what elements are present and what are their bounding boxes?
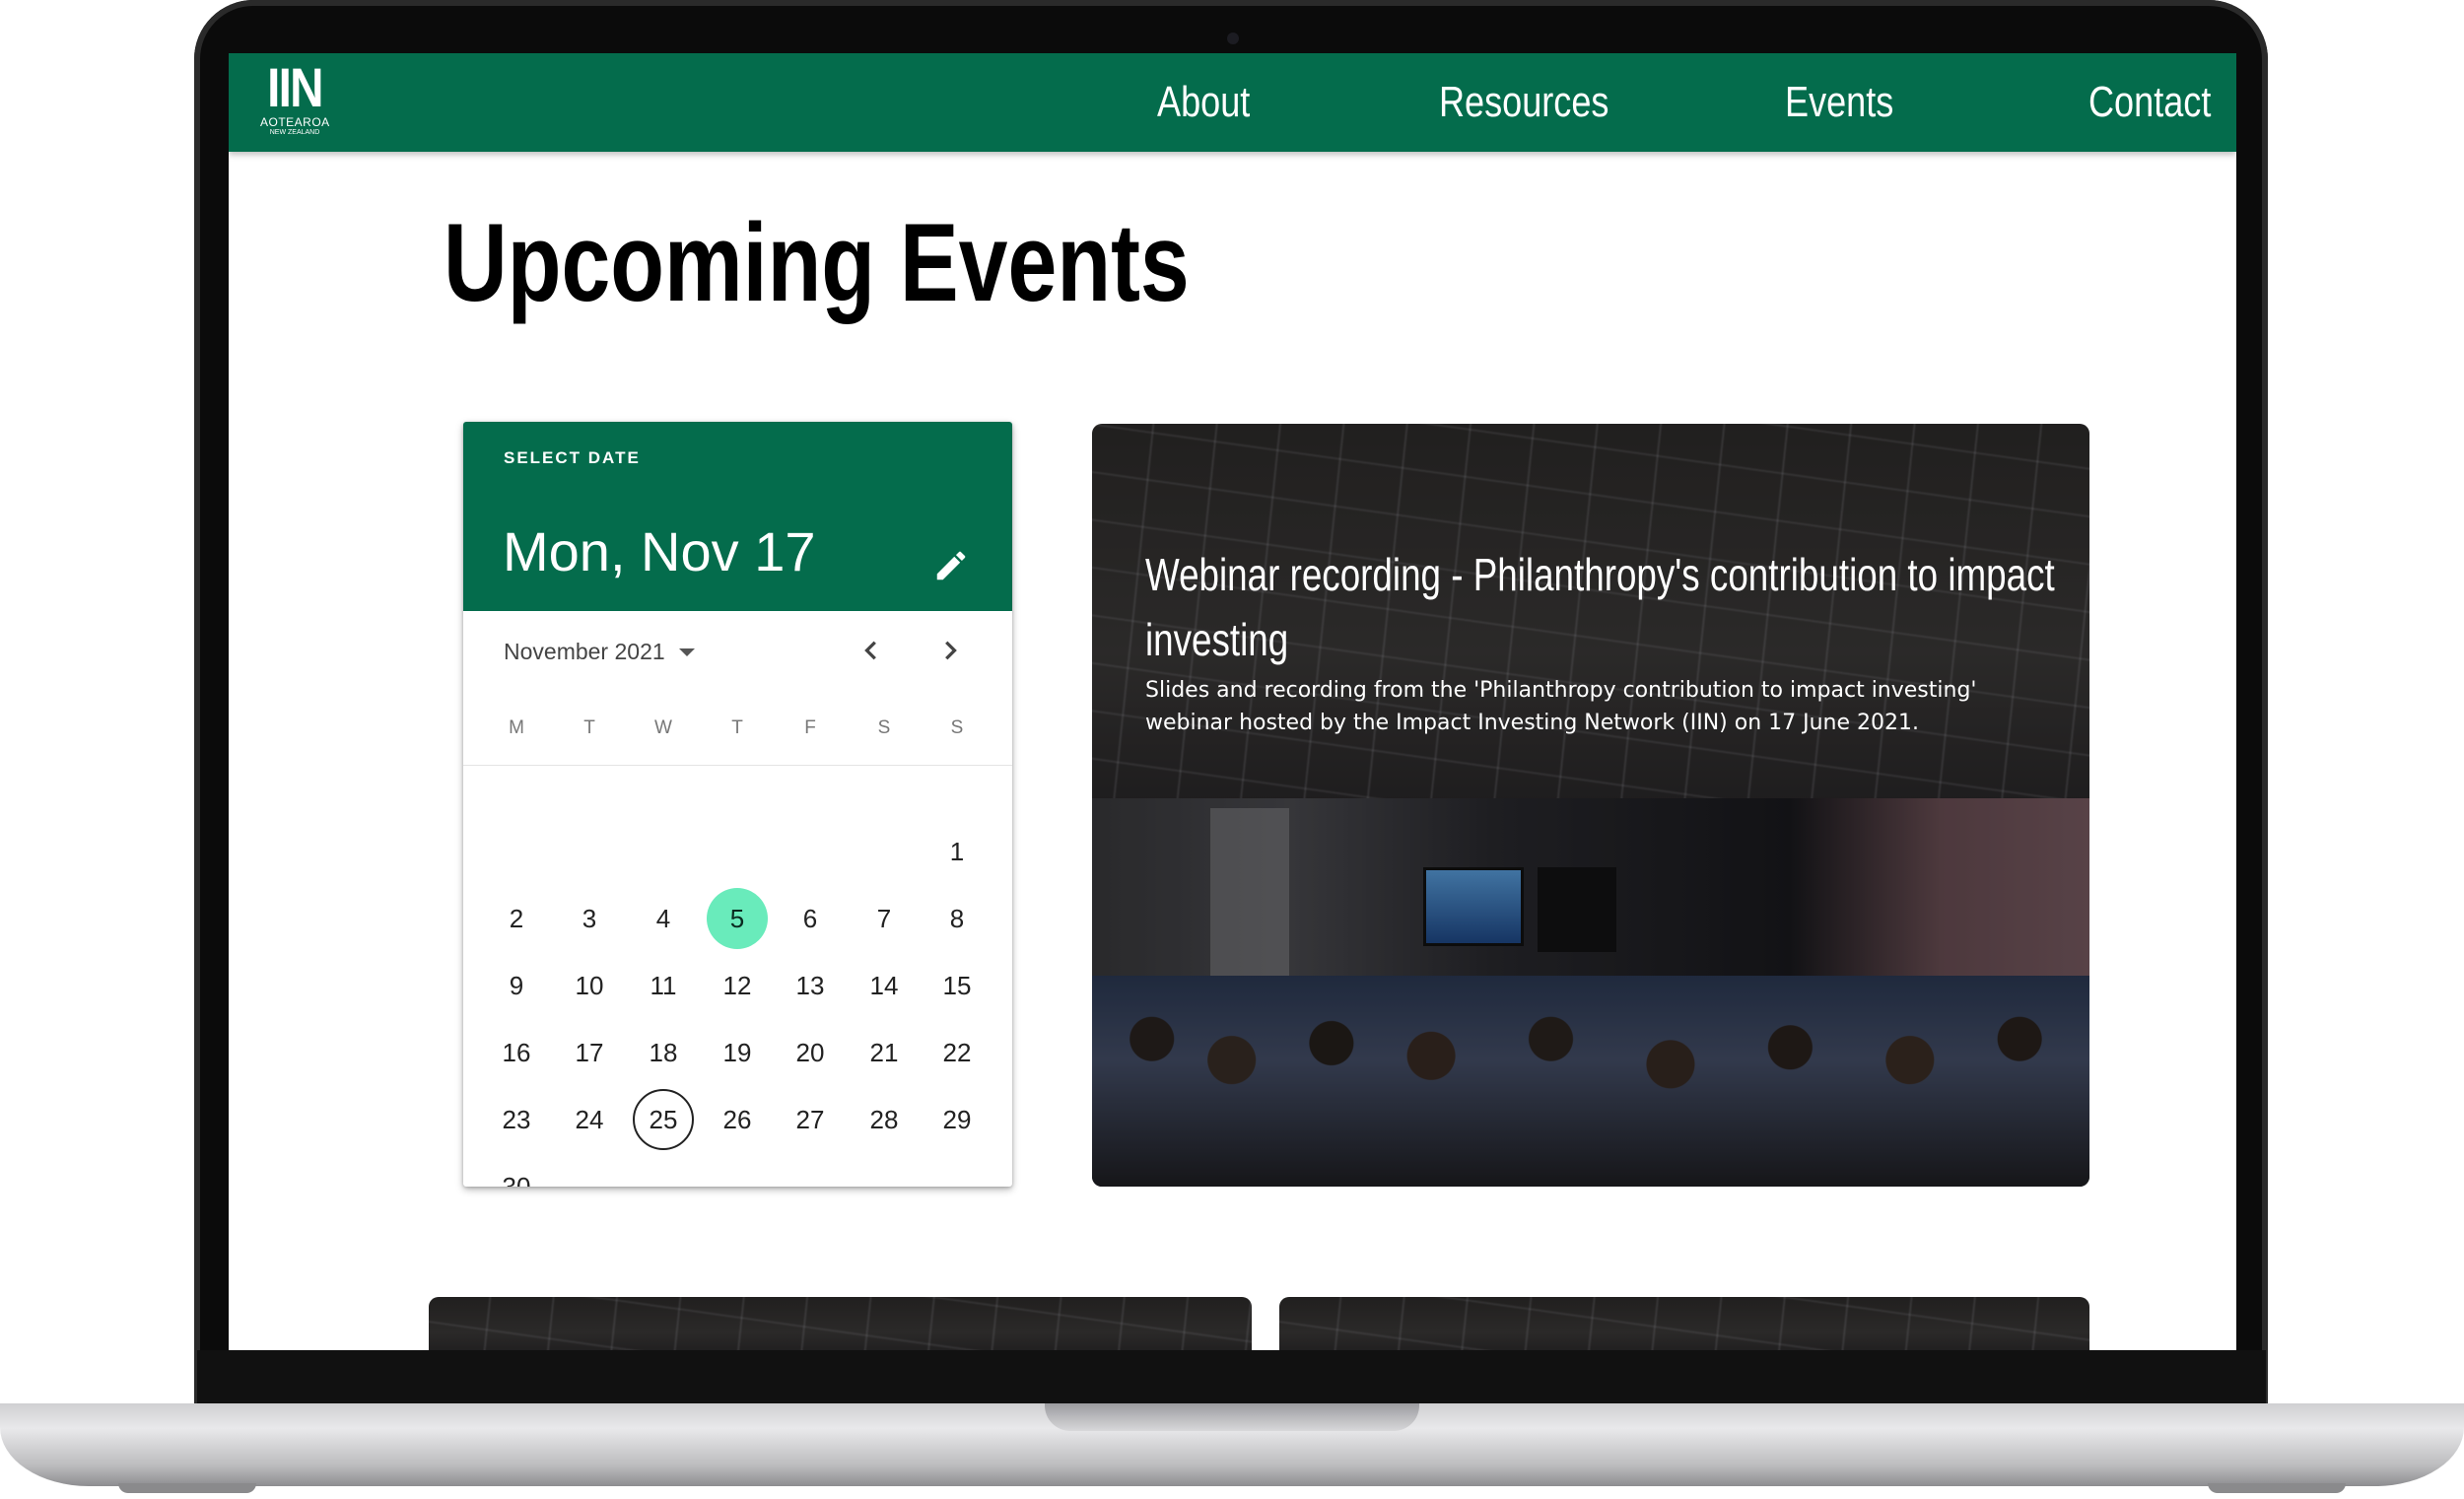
calendar-day[interactable]: 12: [707, 955, 768, 1016]
top-navbar: IIN AOTEAROA NEW ZEALAND About Resources…: [229, 53, 2236, 152]
featured-event-card[interactable]: Webinar recording - Philanthropy's contr…: [1092, 424, 2089, 1187]
event-title: Webinar recording - Philanthropy's contr…: [1145, 549, 2055, 665]
weekday-label: T: [731, 717, 743, 738]
weekday-label: W: [654, 717, 672, 738]
event-photo-overlay: [1092, 424, 2089, 1187]
calendar-day[interactable]: 11: [633, 955, 694, 1016]
calendar-day-selected[interactable]: 5: [707, 888, 768, 949]
date-picker-overline: SELECT DATE: [504, 448, 641, 467]
nav-link-contact[interactable]: Contact: [2088, 75, 2211, 130]
calendar-day[interactable]: 21: [854, 1022, 915, 1083]
pencil-icon[interactable]: [932, 547, 970, 584]
weekday-divider: [463, 765, 1012, 766]
event-photo-overlay: [429, 1297, 1252, 1350]
event-description: Slides and recording from the 'Philanthr…: [1145, 678, 1977, 735]
calendar-day[interactable]: 6: [780, 888, 841, 949]
nav-link-resources[interactable]: Resources: [1439, 75, 1608, 130]
event-card[interactable]: [429, 1297, 1252, 1350]
calendar-day[interactable]: 27: [780, 1089, 841, 1150]
calendar-day[interactable]: 10: [559, 955, 620, 1016]
calendar-day[interactable]: 26: [707, 1089, 768, 1150]
calendar-day[interactable]: 22: [926, 1022, 988, 1083]
logo-mark: IIN: [267, 56, 323, 118]
calendar-day[interactable]: 24: [559, 1089, 620, 1150]
calendar-day[interactable]: 20: [780, 1022, 841, 1083]
page-title: Upcoming Events: [444, 201, 1190, 324]
month-year-selector[interactable]: November 2021: [504, 639, 695, 665]
weekday-label: F: [804, 717, 816, 738]
logo-line2: NEW ZEALAND: [269, 129, 320, 136]
nav-link-about[interactable]: About: [1157, 75, 1250, 130]
laptop-foot: [118, 1483, 256, 1493]
calendar-day[interactable]: 16: [486, 1022, 547, 1083]
date-picker-header: SELECT DATE Mon, Nov 17: [463, 422, 1012, 611]
calendar-day[interactable]: 30: [486, 1156, 547, 1188]
calendar-day[interactable]: 2: [486, 888, 547, 949]
weekday-label: T: [583, 717, 595, 738]
calendar-day[interactable]: 4: [633, 888, 694, 949]
calendar-day[interactable]: 29: [926, 1089, 988, 1150]
webcam-icon: [1227, 33, 1239, 44]
laptop-screen: IIN AOTEAROA NEW ZEALAND About Resources…: [229, 53, 2236, 1350]
calendar-day[interactable]: 7: [854, 888, 915, 949]
calendar-day[interactable]: 23: [486, 1089, 547, 1150]
calendar-day[interactable]: 28: [854, 1089, 915, 1150]
selected-date-headline: Mon, Nov 17: [503, 520, 816, 582]
caret-down-icon: [678, 647, 695, 656]
calendar-day[interactable]: 14: [854, 955, 915, 1016]
weekday-label: S: [877, 717, 891, 738]
calendar-day[interactable]: 9: [486, 955, 547, 1016]
calendar-day[interactable]: 1: [926, 821, 988, 882]
laptop-foot: [2208, 1483, 2346, 1493]
date-picker: SELECT DATE Mon, Nov 17 November 2021 M …: [463, 422, 1012, 1187]
weekday-header-row: M T W T F S S: [463, 717, 1012, 747]
nav-link-events[interactable]: Events: [1785, 75, 1893, 130]
calendar-day[interactable]: 3: [559, 888, 620, 949]
laptop-notch: [1045, 1403, 1419, 1431]
chevron-left-icon[interactable]: [854, 633, 889, 668]
weekday-label: S: [950, 717, 964, 738]
site-logo[interactable]: IIN AOTEAROA NEW ZEALAND: [260, 59, 329, 138]
weekday-label: M: [509, 717, 524, 738]
event-card[interactable]: [1279, 1297, 2089, 1350]
calendar-day[interactable]: 15: [926, 955, 988, 1016]
calendar-day[interactable]: 13: [780, 955, 841, 1016]
calendar-day[interactable]: 18: [633, 1022, 694, 1083]
calendar-day[interactable]: 19: [707, 1022, 768, 1083]
calendar-day[interactable]: 17: [559, 1022, 620, 1083]
chevron-right-icon[interactable]: [932, 633, 968, 668]
laptop-bezel: [197, 1350, 2266, 1405]
calendar-day-today[interactable]: 25: [633, 1089, 694, 1150]
calendar-day[interactable]: 8: [926, 888, 988, 949]
event-photo-overlay: [1279, 1297, 2089, 1350]
month-year-label: November 2021: [504, 639, 665, 664]
